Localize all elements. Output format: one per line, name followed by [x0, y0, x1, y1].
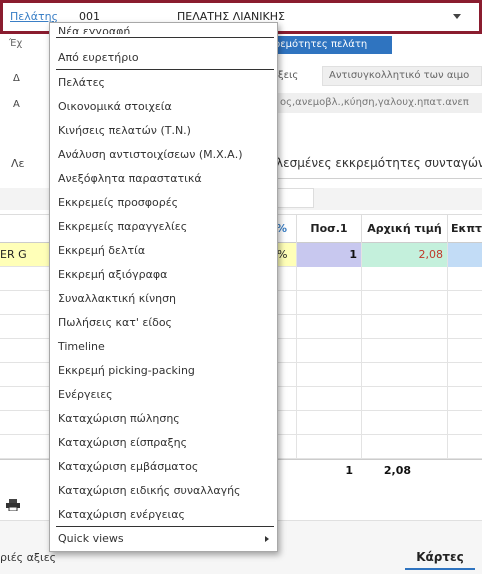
- cell: [361, 291, 447, 315]
- menu-item-transaction-activity[interactable]: Συναλλακτική κίνηση: [50, 287, 277, 311]
- bottom-left-text: ριές αξιες: [0, 551, 57, 564]
- total-qty: 1: [345, 464, 353, 477]
- menu-item-customers[interactable]: Πελάτες: [50, 71, 277, 95]
- cell: [296, 315, 361, 339]
- row-item-name: ER G: [0, 248, 27, 261]
- menu-item-pending-orders[interactable]: Εκκρεμείς παραγγελίες: [50, 215, 277, 239]
- menu-item-from-index[interactable]: Από ευρετήριο: [50, 46, 277, 70]
- cell: [361, 363, 447, 387]
- menu-item-unpaid-documents[interactable]: Ανεξόφλητα παραστατικά: [50, 167, 277, 191]
- row-price[interactable]: 2,08: [361, 243, 447, 267]
- menu-item-register-special[interactable]: Καταχώριση ειδικής συναλλαγής: [50, 479, 277, 503]
- cell: [447, 291, 482, 315]
- active-substance-field[interactable]: Αντισυγκολλητικό των αιμο: [322, 66, 482, 86]
- menu-item-sales-by-item[interactable]: Πωλήσεις κατ' είδος: [50, 311, 277, 335]
- menu-item-register-action[interactable]: Καταχώριση ενέργειας: [50, 503, 277, 527]
- background-label-eis: ξεις: [278, 70, 299, 81]
- menu-item-register-sale[interactable]: Καταχώριση πώλησης: [50, 407, 277, 431]
- menu-item-pending-offers[interactable]: Εκκρεμείς προσφορές: [50, 191, 277, 215]
- background-label-d: Δ: [13, 73, 20, 84]
- background-label-ex: Έχ: [9, 38, 23, 49]
- cell: [447, 411, 482, 435]
- menu-separator: [56, 69, 274, 70]
- menu-separator: [56, 37, 274, 38]
- cell: [361, 339, 447, 363]
- cell: [361, 387, 447, 411]
- total-price: 2,08: [383, 464, 411, 477]
- tab-cards[interactable]: Κάρτες: [405, 550, 475, 570]
- menu-item-timeline[interactable]: Timeline: [50, 335, 277, 359]
- menu-item-picking-packing[interactable]: Εκκρεμή picking-packing: [50, 359, 277, 383]
- menu-item-pending-notes[interactable]: Εκκρεμή δελτία: [50, 239, 277, 263]
- cell: [447, 387, 482, 411]
- cell: [296, 339, 361, 363]
- cell: [296, 267, 361, 291]
- grid-header-discount[interactable]: Εκπτ: [447, 215, 482, 243]
- chevron-down-icon[interactable]: [453, 14, 461, 19]
- menu-item-register-receipt[interactable]: Καταχώριση είσπραξης: [50, 431, 277, 455]
- customer-actions-menu: Νέα εγγραφή Από ευρετήριο Πελάτες Οικονο…: [49, 22, 278, 552]
- menu-item-customer-transactions[interactable]: Κινήσεις πελατών (Τ.Ν.): [50, 119, 277, 143]
- cell: [447, 339, 482, 363]
- warnings-field[interactable]: ος,ανεμοβλ.,κύηση,γαλουχ.ηπατ.ανεπ: [278, 93, 482, 113]
- cell: [447, 267, 482, 291]
- cell: [361, 435, 447, 459]
- row-qty[interactable]: 1: [296, 243, 361, 267]
- row-percent: %: [277, 248, 288, 261]
- pending-prescriptions-tab[interactable]: λεσμένες εκκρεμότητες συνταγών: [276, 156, 482, 170]
- menu-item-register-transfer[interactable]: Καταχώριση εμβάσματος: [50, 455, 277, 479]
- cell: [296, 411, 361, 435]
- grid-header-qty[interactable]: Ποσ.1: [296, 215, 361, 243]
- background-label-a: Α: [13, 99, 20, 110]
- cell: [361, 315, 447, 339]
- menu-item-financials[interactable]: Οικονομικά στοιχεία: [50, 95, 277, 119]
- cell: [447, 315, 482, 339]
- menu-item-actions[interactable]: Ενέργειες: [50, 383, 277, 407]
- cell: [361, 411, 447, 435]
- grid-header-price[interactable]: Αρχική τιμή: [361, 215, 447, 243]
- grid-search-input[interactable]: [276, 188, 314, 208]
- cell: [296, 435, 361, 459]
- printer-icon[interactable]: [6, 499, 20, 511]
- menu-item-new-record[interactable]: Νέα εγγραφή: [58, 25, 130, 34]
- background-label-l: Λε: [11, 157, 25, 170]
- menu-item-matching-analysis[interactable]: Ανάλυση αντιστοιχίσεων (Μ.Χ.Α.): [50, 143, 277, 167]
- cell: [296, 363, 361, 387]
- cell: [361, 267, 447, 291]
- row-discount[interactable]: [447, 243, 482, 267]
- cell: [447, 435, 482, 459]
- cell: [447, 363, 482, 387]
- divider: [278, 178, 482, 179]
- menu-item-label: Quick views: [58, 532, 124, 545]
- customer-pending-button[interactable]: κρεμότητες πελάτη: [262, 36, 392, 54]
- chevron-right-icon: [265, 536, 269, 542]
- menu-item-quick-views[interactable]: Quick views: [50, 527, 277, 551]
- cell: [296, 387, 361, 411]
- cell: [296, 291, 361, 315]
- menu-item-pending-cheques[interactable]: Εκκρεμή αξιόγραφα: [50, 263, 277, 287]
